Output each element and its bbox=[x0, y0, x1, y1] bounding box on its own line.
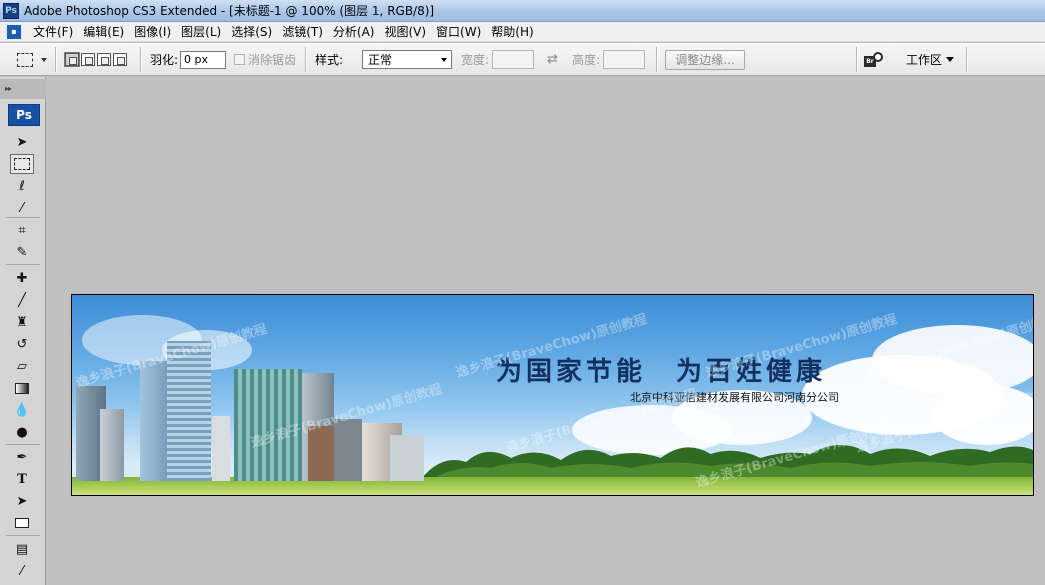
workspace-label: 工作区 bbox=[906, 53, 943, 67]
height-label: 高度: bbox=[572, 53, 601, 67]
type-tool[interactable]: T bbox=[10, 469, 34, 489]
antialias-checkbox[interactable]: 消除锯齿 bbox=[234, 43, 296, 76]
ps-logo[interactable]: Ps bbox=[8, 104, 40, 126]
menu-bar: ▪ 文件(F) 编辑(E) 图像(I) 图层(L) 选择(S) 滤镜(T) 分析… bbox=[0, 22, 1045, 42]
photoshop-app-icon: Ps bbox=[3, 2, 19, 19]
rectangle-tool[interactable] bbox=[10, 513, 34, 533]
style-label: 样式: bbox=[315, 53, 344, 67]
eraser-tool[interactable]: ▱ bbox=[10, 356, 34, 376]
bridge-icon[interactable]: Br bbox=[864, 51, 886, 69]
intersect-selection-button[interactable] bbox=[113, 53, 127, 66]
menu-help[interactable]: 帮助(H) bbox=[486, 23, 538, 40]
menu-view[interactable]: 视图(V) bbox=[379, 23, 431, 40]
magic-wand-tool[interactable]: ⁄ bbox=[10, 198, 34, 218]
tool-preset-picker[interactable] bbox=[17, 43, 47, 76]
checkbox-icon bbox=[234, 54, 245, 65]
toolbox-header[interactable]: ▸▸ bbox=[0, 79, 46, 99]
selection-mode-group bbox=[64, 43, 129, 76]
clone-stamp-tool[interactable]: ♜ bbox=[10, 312, 34, 332]
menu-file[interactable]: 文件(F) bbox=[28, 23, 78, 40]
history-brush-tool[interactable]: ↺ bbox=[10, 334, 34, 354]
title-bar: Ps Adobe Photoshop CS3 Extended - [未标题-1… bbox=[0, 0, 1045, 22]
chevron-down-icon bbox=[41, 57, 47, 62]
move-tool[interactable]: ➤ bbox=[10, 132, 34, 152]
canvas-image[interactable]: 为国家节能 为百姓健康 北京中科亚信建材发展有限公司河南分公司 逸乡浪子(Bra… bbox=[71, 294, 1034, 496]
width-input[interactable] bbox=[492, 50, 535, 69]
pen-tool[interactable]: ✒ bbox=[10, 447, 34, 467]
new-selection-button[interactable] bbox=[64, 52, 80, 67]
width-label: 宽度: bbox=[461, 53, 490, 67]
feather-input[interactable]: 0 px bbox=[180, 50, 227, 69]
notes-tool[interactable]: ▤ bbox=[10, 539, 34, 559]
lasso-tool[interactable]: ℓ bbox=[10, 176, 34, 196]
refine-edge-button[interactable]: 调整边缘... bbox=[665, 49, 745, 70]
menu-image[interactable]: 图像(I) bbox=[129, 23, 176, 40]
antialias-label: 消除锯齿 bbox=[248, 53, 297, 67]
brush-tool[interactable]: ╱ bbox=[10, 290, 34, 310]
feather-label: 羽化: bbox=[150, 53, 179, 67]
options-bar: 羽化: 0 px 消除锯齿 样式: 正常 宽度: ⇄ 高度: 调整边缘... B… bbox=[0, 43, 1045, 76]
gradient-tool[interactable] bbox=[10, 378, 34, 398]
blur-tool[interactable]: 💧 bbox=[10, 400, 34, 420]
chevron-down-icon bbox=[441, 57, 447, 62]
style-value: 正常 bbox=[368, 53, 393, 67]
workspace-menu[interactable]: 工作区 bbox=[906, 51, 955, 68]
subtract-from-selection-button[interactable] bbox=[97, 53, 111, 66]
dodge-tool[interactable]: ● bbox=[10, 422, 34, 442]
menu-filter[interactable]: 滤镜(T) bbox=[277, 23, 328, 40]
height-input[interactable] bbox=[603, 50, 646, 69]
add-to-selection-button[interactable] bbox=[81, 53, 95, 66]
menu-analysis[interactable]: 分析(A) bbox=[328, 23, 380, 40]
marquee-icon bbox=[17, 52, 33, 67]
menu-layer[interactable]: 图层(L) bbox=[176, 23, 226, 40]
collapse-icon[interactable]: ▸▸ bbox=[5, 84, 12, 93]
swap-icon[interactable]: ⇄ bbox=[547, 52, 558, 67]
toolbox: ▸▸ Ps ➤ ℓ ⁄ ⌗ ✎ ✚ ╱ ♜ ↺ ▱ 💧 ● ✒ T ➤ ▤ ⁄ bbox=[0, 77, 46, 585]
menu-window[interactable]: 窗口(W) bbox=[431, 23, 486, 40]
menu-select[interactable]: 选择(S) bbox=[226, 23, 277, 40]
chevron-down-icon bbox=[946, 57, 955, 62]
slice-tool[interactable]: ✎ bbox=[10, 242, 34, 262]
crop-tool[interactable]: ⌗ bbox=[10, 220, 34, 240]
healing-brush-tool[interactable]: ✚ bbox=[10, 268, 34, 288]
window-title: Adobe Photoshop CS3 Extended - [未标题-1 @ … bbox=[24, 4, 435, 18]
menu-edit[interactable]: 编辑(E) bbox=[78, 23, 129, 40]
marquee-tool[interactable] bbox=[10, 154, 34, 174]
style-select[interactable]: 正常 bbox=[362, 50, 452, 69]
eyedropper-tool[interactable]: ⁄ bbox=[10, 561, 34, 581]
ps-menu-icon[interactable]: ▪ bbox=[7, 24, 21, 39]
path-selection-tool[interactable]: ➤ bbox=[10, 491, 34, 511]
